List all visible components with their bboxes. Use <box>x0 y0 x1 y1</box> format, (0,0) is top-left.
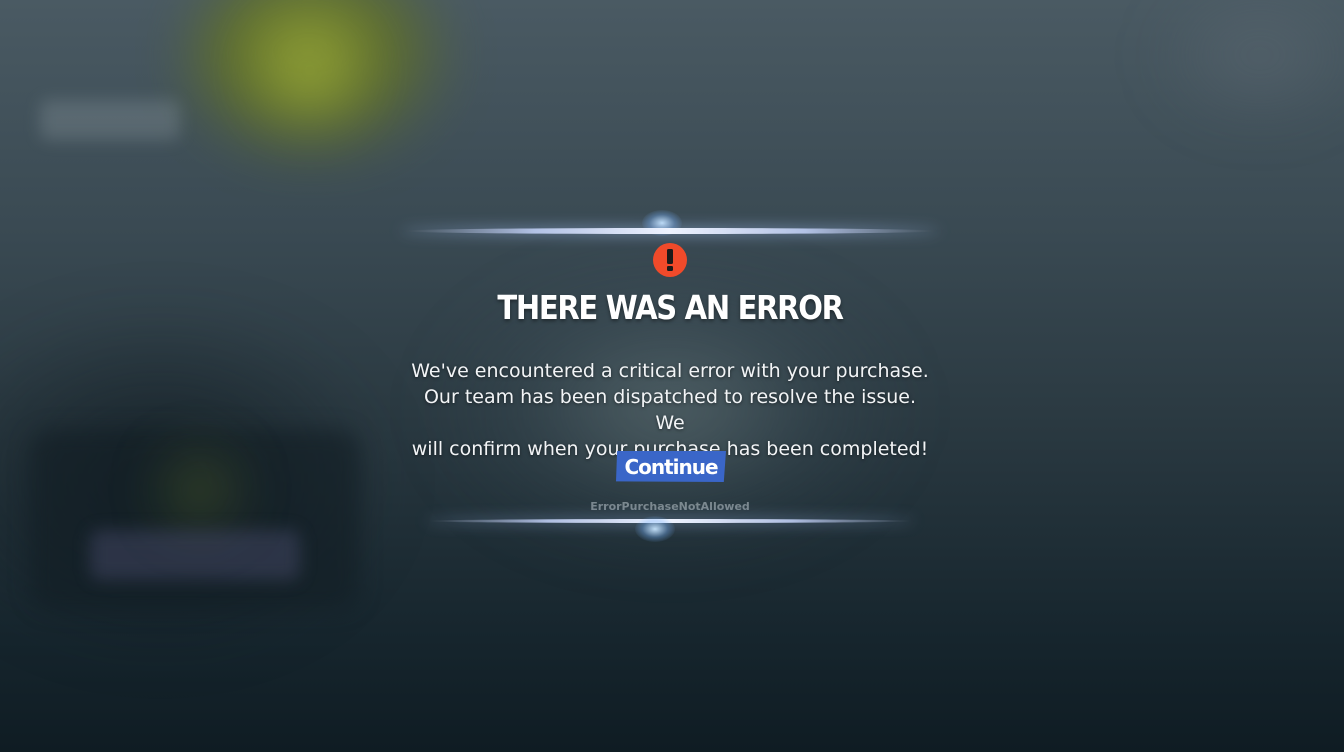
exclamation-icon <box>653 243 687 277</box>
top-glow-divider <box>400 228 940 234</box>
dialog-title: THERE WAS AN ERROR <box>497 288 844 327</box>
blurred-foliage-highlight <box>250 10 370 130</box>
game-background: THERE WAS AN ERROR We've encountered a c… <box>0 0 1344 752</box>
blurred-background-text <box>40 100 180 140</box>
error-code-label: ErrorPurchaseNotAllowed <box>590 500 750 513</box>
blurred-item-button <box>90 530 300 580</box>
blurred-corner-element <box>1150 0 1344 130</box>
continue-button[interactable]: Continue <box>616 451 726 482</box>
dialog-message: We've encountered a critical error with … <box>411 360 929 460</box>
blurred-item-image <box>150 450 250 530</box>
bottom-sparkle <box>635 516 675 542</box>
error-dialog: THERE WAS AN ERROR We've encountered a c… <box>380 200 960 560</box>
